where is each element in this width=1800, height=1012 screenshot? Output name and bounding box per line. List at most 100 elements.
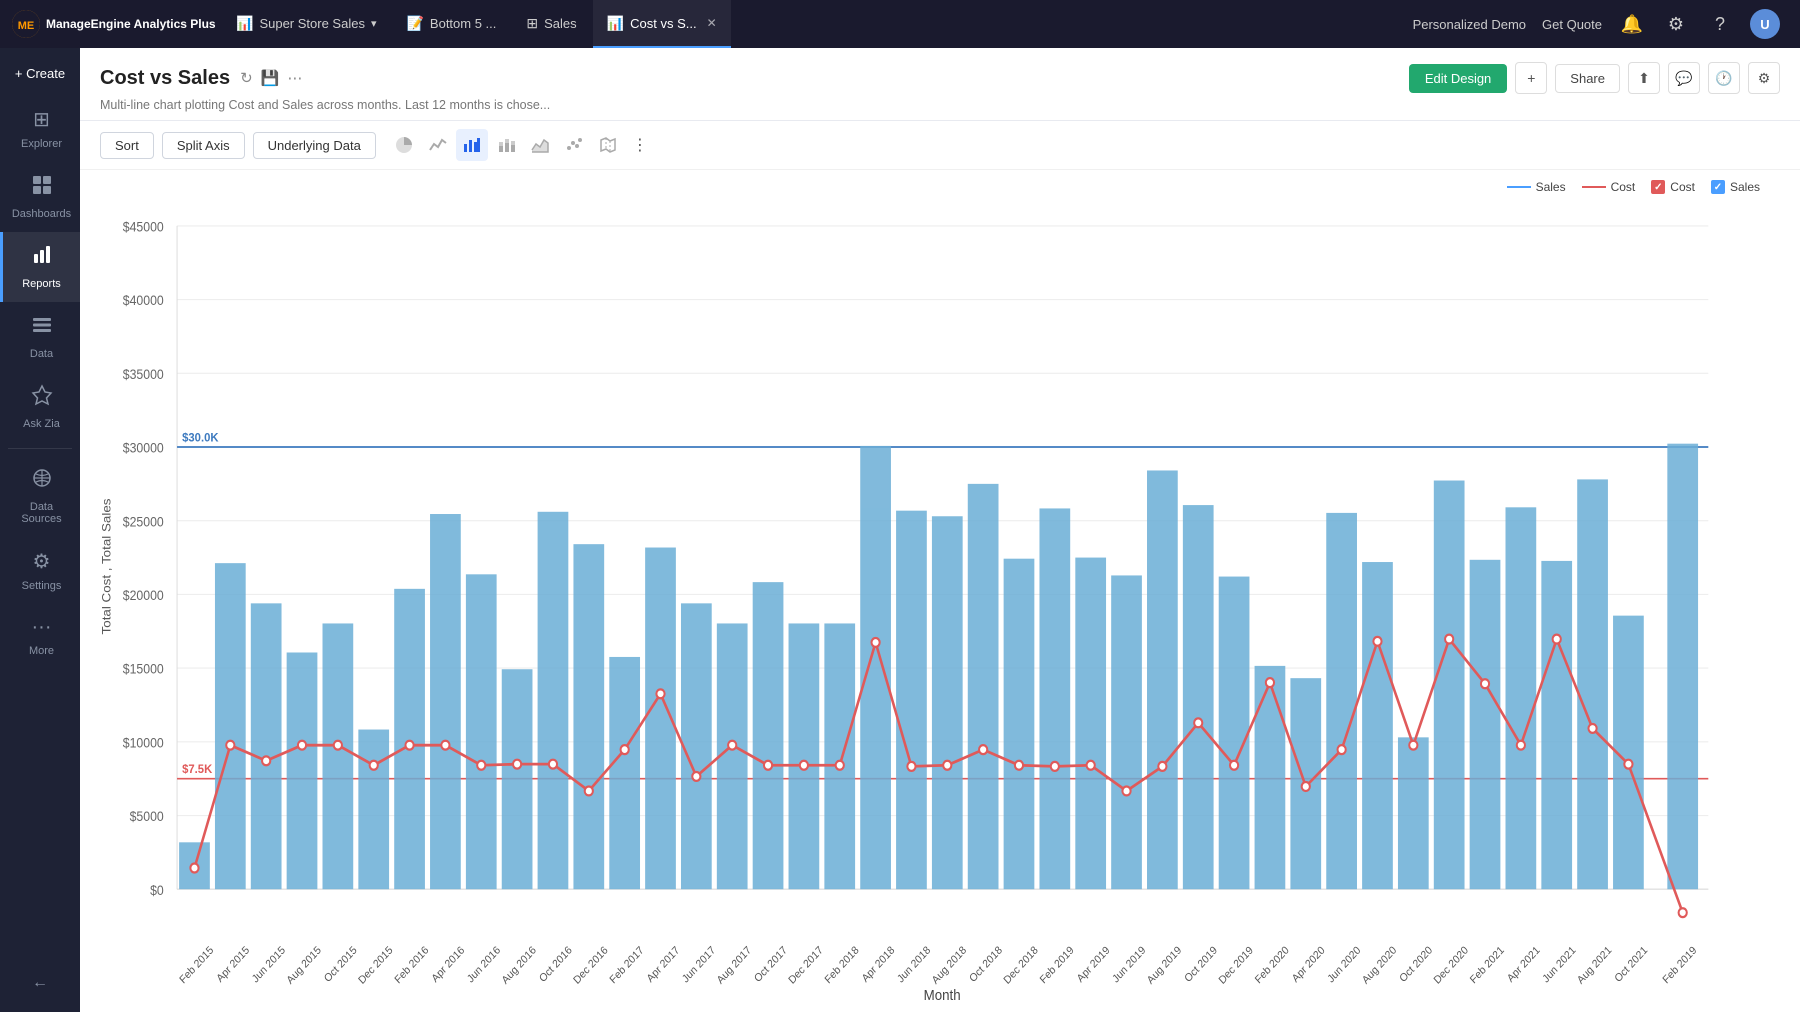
sidebar: + Create ⊞ Explorer Dashboards [0, 48, 80, 1012]
svg-text:Apr 2017: Apr 2017 [645, 944, 683, 985]
bar-chart-icon[interactable] [456, 129, 488, 161]
svg-text:Dec 2017: Dec 2017 [786, 944, 825, 987]
sidebar-item-data[interactable]: Data [0, 302, 80, 372]
svg-text:Feb 2017: Feb 2017 [608, 944, 647, 986]
svg-text:Oct 2018: Oct 2018 [967, 944, 1005, 985]
legend-cost-line-color [1582, 186, 1606, 188]
svg-text:$30000: $30000 [123, 440, 164, 456]
svg-text:Feb 2019: Feb 2019 [1038, 944, 1077, 986]
sidebar-back-button[interactable]: ← [20, 962, 60, 1004]
svg-text:Oct 2019: Oct 2019 [1182, 944, 1220, 985]
sidebar-item-more[interactable]: ··· More [0, 604, 80, 669]
svg-text:$30.0K: $30.0K [182, 431, 219, 445]
main-layout: + Create ⊞ Explorer Dashboards [0, 48, 1800, 1012]
svg-text:Apr 2016: Apr 2016 [430, 944, 468, 985]
tab-superstore[interactable]: 📊 Super Store Sales ▾ [222, 0, 390, 48]
gear-icon: ⚙ [33, 549, 51, 574]
line-chart-icon[interactable] [422, 129, 454, 161]
sales-checkbox-icon[interactable]: ✓ [1711, 180, 1725, 194]
sidebar-item-datasources[interactable]: Data Sources [0, 455, 80, 537]
sidebar-item-settings[interactable]: ⚙ Settings [0, 537, 80, 604]
more-options-icon[interactable]: ⋯ [287, 69, 302, 87]
svg-text:$10000: $10000 [123, 735, 164, 751]
stacked-bar-icon[interactable] [490, 129, 522, 161]
nav-tabs-area: 📊 Super Store Sales ▾ 📝 Bottom 5 ... ⊞ S… [222, 0, 1413, 48]
cost-checkbox-icon[interactable]: ✓ [1651, 180, 1665, 194]
share-button[interactable]: Share [1555, 64, 1620, 93]
bell-icon[interactable]: 🔔 [1618, 10, 1646, 38]
pie-chart-icon[interactable] [388, 129, 420, 161]
svg-text:Apr 2015: Apr 2015 [214, 944, 252, 985]
more-icon: ··· [32, 616, 52, 639]
scatter-chart-icon[interactable] [558, 129, 590, 161]
underlying-data-button[interactable]: Underlying Data [253, 132, 376, 159]
svg-text:Apr 2018: Apr 2018 [860, 944, 898, 985]
tab-costvssales-label: Cost vs S... [630, 16, 696, 31]
brand-name: ManageEngine Analytics Plus [46, 17, 216, 31]
svg-text:Aug 2016: Aug 2016 [500, 944, 539, 987]
sort-button[interactable]: Sort [100, 132, 154, 159]
personalized-demo-link[interactable]: Personalized Demo [1413, 17, 1526, 32]
more-chart-types-button[interactable]: ⋮ [626, 131, 654, 159]
create-button[interactable]: + Create [0, 56, 80, 91]
add-button[interactable]: + [1515, 62, 1547, 94]
sidebar-item-reports[interactable]: Reports [0, 232, 80, 302]
chart-type-icons: ⋮ [388, 129, 654, 161]
tab-costvssales[interactable]: 📊 Cost vs S... ✕ [593, 0, 731, 48]
tab-bottom5-icon: 📝 [406, 15, 423, 32]
svg-text:Jun 2020: Jun 2020 [1325, 944, 1363, 985]
legend-cost-check-label: Cost [1670, 180, 1695, 194]
edit-design-button[interactable]: Edit Design [1409, 64, 1507, 93]
sidebar-item-dashboards-label: Dashboards [12, 208, 71, 220]
export-icon[interactable]: ⬆ [1628, 62, 1660, 94]
tab-costvssales-icon: 📊 [607, 15, 624, 32]
tab-superstore-icon: 📊 [236, 15, 253, 32]
user-avatar[interactable]: U [1750, 9, 1780, 39]
sidebar-item-askzia[interactable]: Ask Zia [0, 372, 80, 442]
svg-text:Aug 2020: Aug 2020 [1360, 944, 1399, 987]
legend-sales-check: ✓ Sales [1711, 180, 1760, 194]
tab-bottom5[interactable]: 📝 Bottom 5 ... [392, 0, 510, 48]
sidebar-item-datasources-label: Data Sources [11, 501, 72, 525]
chart-svg-wrapper: $45000 $40000 $35000 $30000 $25000 $2000… [90, 198, 1780, 1002]
refresh-icon[interactable]: ↻ [240, 69, 253, 87]
svg-text:Oct 2021: Oct 2021 [1613, 944, 1651, 985]
get-quote-link[interactable]: Get Quote [1542, 17, 1602, 32]
svg-text:$35000: $35000 [123, 366, 164, 382]
comment-icon[interactable]: 💬 [1668, 62, 1700, 94]
chevron-down-icon: ▾ [371, 17, 377, 30]
svg-text:Jun 2021: Jun 2021 [1540, 944, 1578, 985]
legend-cost-line: Cost [1582, 180, 1636, 194]
sidebar-item-settings-label: Settings [22, 580, 62, 592]
report-subtitle: Multi-line chart plotting Cost and Sales… [100, 98, 1780, 112]
help-icon[interactable]: ? [1706, 10, 1734, 38]
area-chart-icon[interactable] [524, 129, 556, 161]
settings2-icon[interactable]: ⚙ [1748, 62, 1780, 94]
svg-text:Feb 2015: Feb 2015 [177, 944, 216, 986]
split-axis-button[interactable]: Split Axis [162, 132, 245, 159]
settings-icon[interactable]: ⚙ [1662, 10, 1690, 38]
svg-text:Jun 2018: Jun 2018 [895, 944, 933, 985]
legend-cost-line-label: Cost [1611, 180, 1636, 194]
askzia-icon [31, 384, 53, 412]
svg-text:Jun 2019: Jun 2019 [1110, 944, 1148, 985]
nav-right-area: Personalized Demo Get Quote 🔔 ⚙ ? U [1413, 9, 1788, 39]
tab-sales[interactable]: ⊞ Sales [512, 0, 590, 48]
svg-text:Aug 2021: Aug 2021 [1575, 944, 1614, 987]
svg-text:Feb 2018: Feb 2018 [823, 944, 862, 986]
map-chart-icon[interactable] [592, 129, 624, 161]
svg-text:Dec 2020: Dec 2020 [1432, 944, 1471, 987]
tab-superstore-label: Super Store Sales [259, 16, 365, 31]
explorer-icon: ⊞ [33, 107, 50, 132]
sidebar-item-data-label: Data [30, 348, 53, 360]
schedule-icon[interactable]: 🕐 [1708, 62, 1740, 94]
sidebar-item-explorer[interactable]: ⊞ Explorer [0, 95, 80, 162]
svg-text:Oct 2015: Oct 2015 [322, 944, 360, 985]
sidebar-item-dashboards[interactable]: Dashboards [0, 162, 80, 232]
header-actions-right: Edit Design + Share ⬆ 💬 🕐 ⚙ [1409, 62, 1780, 94]
svg-text:Oct 2016: Oct 2016 [537, 944, 575, 985]
sidebar-divider [8, 448, 72, 449]
tab-close-icon[interactable]: ✕ [707, 16, 717, 30]
svg-text:Oct 2020: Oct 2020 [1397, 944, 1435, 985]
save-icon[interactable]: 💾 [261, 69, 280, 87]
